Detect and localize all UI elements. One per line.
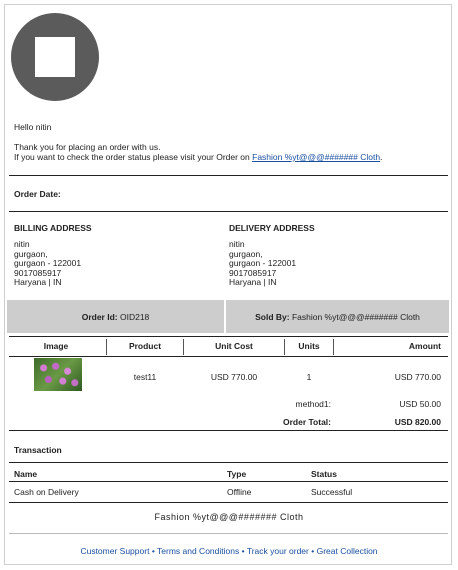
footer-link-great-collection[interactable]: Great Collection [317,546,378,556]
column-separator [333,339,334,355]
sold-by: Sold By: Fashion %yt@@@####### Cloth [226,312,449,322]
store-link[interactable]: Fashion %yt@@@####### Cloth [252,152,380,162]
transaction-status: Successful [311,487,353,497]
divider [9,462,448,463]
col-header-units: Units [298,341,320,351]
delivery-address: nitin gurgaon, gurgaon - 122001 90170859… [229,239,296,288]
order-total-label: Order Total: [282,417,331,427]
order-id: Order Id: OID218 [7,312,224,322]
transaction-name: Cash on Delivery [14,487,79,497]
divider [9,533,448,534]
billing-title: BILLING ADDRESS [14,223,92,233]
divider [9,175,448,176]
divider [9,430,448,431]
billing-line: Haryana | IN [14,277,62,287]
sold-by-label: Sold By: [255,312,290,322]
greeting: Hello nitin [14,122,52,132]
transaction-type: Offline [227,487,252,497]
footer-link-terms[interactable]: Terms and Conditions [157,546,239,556]
product-name: test11 [133,372,157,382]
amount: USD 770.00 [394,372,441,382]
order-id-value: OID218 [119,312,150,322]
order-id-label: Order Id: [81,312,118,322]
order-status-text: If you want to check the order status pl… [14,152,382,162]
divider [9,211,448,212]
transaction-header-name: Name [14,469,38,479]
col-header-unit-cost: Unit Cost [215,341,253,351]
footer-sep: • [311,546,315,556]
col-header-product: Product [128,341,162,351]
divider [9,481,448,482]
email-frame: Hello nitin Thank you for placing an ord… [4,4,452,565]
footer-sep: • [151,546,155,556]
delivery-line: Haryana | IN [229,277,277,287]
order-total-amount: USD 820.00 [394,417,441,427]
unit-cost: USD 770.00 [210,372,258,382]
thanks-text: Thank you for placing an order with us. [14,142,161,152]
transaction-title: Transaction [14,445,62,455]
units: 1 [306,372,312,382]
transaction-header-status: Status [311,469,337,479]
delivery-title: DELIVERY ADDRESS [229,223,315,233]
store-logo [11,13,99,101]
product-image[interactable] [34,358,82,391]
order-date-label: Order Date: [14,189,61,199]
logo-square-icon [35,37,75,77]
billing-address: nitin gurgaon, gurgaon - 122001 90170859… [14,239,81,288]
transaction-header-type: Type [227,469,247,479]
col-header-image: Image [43,341,69,351]
status-prefix: If you want to check the order status pl… [14,152,250,162]
status-suffix: . [380,152,383,162]
footer-brand: Fashion %yt@@@####### Cloth [154,512,304,522]
divider [9,336,448,337]
footer-link-customer-support[interactable]: Customer Support [80,546,149,556]
sold-by-value: Fashion %yt@@@####### Cloth [291,312,420,322]
col-header-amount: Amount [408,341,441,351]
footer-sep: • [241,546,245,556]
divider [9,356,448,357]
shipping-label: method1: [295,399,331,409]
divider [9,502,448,503]
footer-link-track-order[interactable]: Track your order [247,546,309,556]
footer-links: Customer Support • Terms and Conditions … [5,546,453,556]
shipping-amount: USD 50.00 [399,399,441,409]
